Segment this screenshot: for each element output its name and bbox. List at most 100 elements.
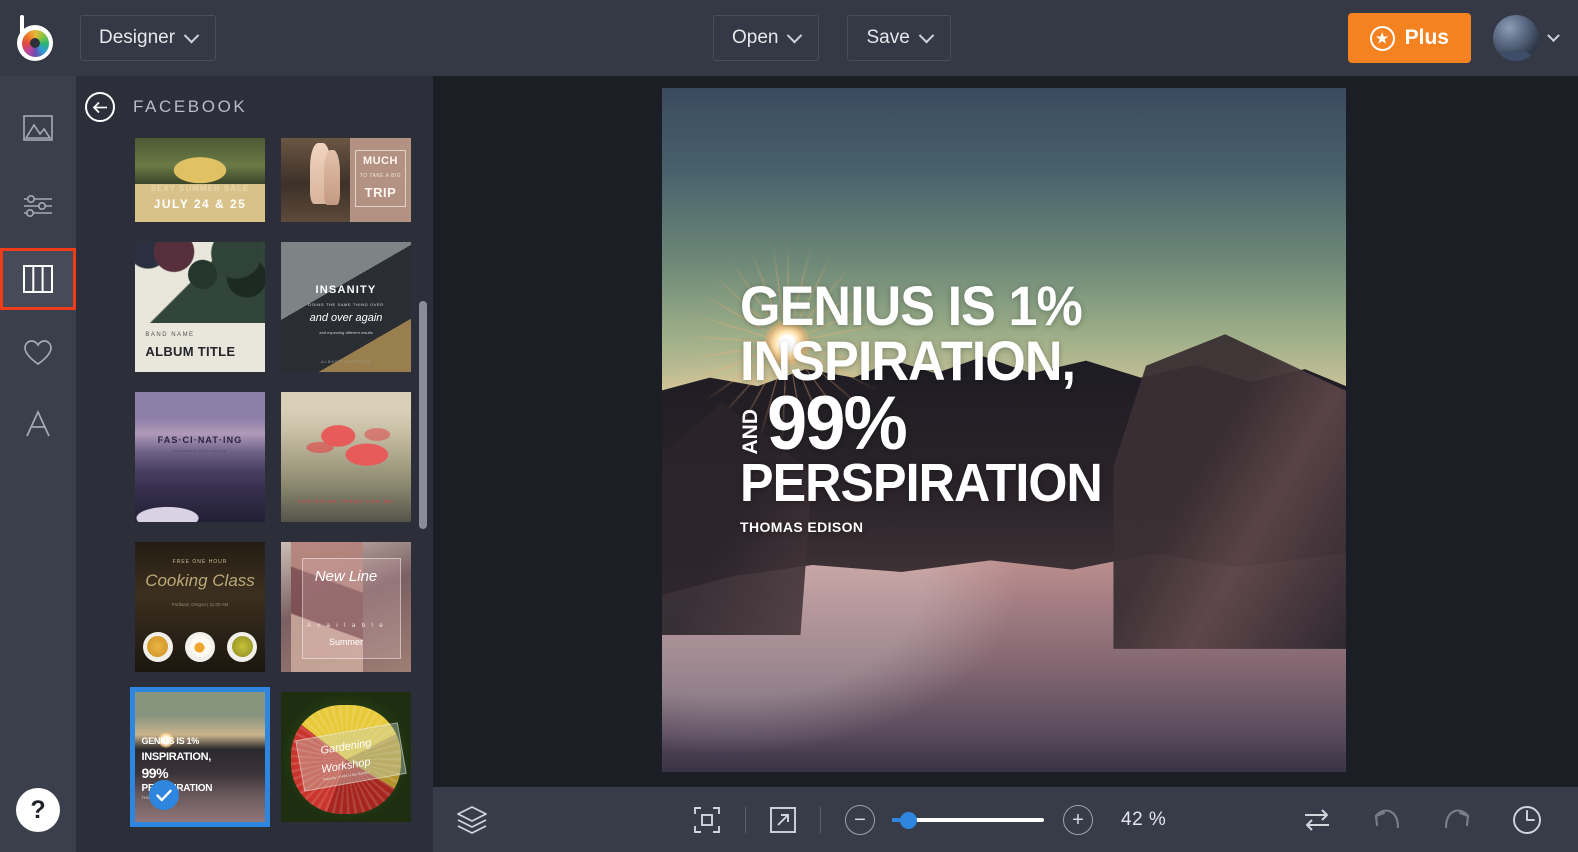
toolbar-divider xyxy=(745,806,746,833)
redo-arrow-icon xyxy=(1444,809,1470,828)
redo-button[interactable] xyxy=(1442,807,1472,833)
open-dropdown[interactable]: Open xyxy=(713,15,820,61)
befunky-designer-window: Designer Open Save ★ Plus ? FACEBOOK SEX… xyxy=(0,0,1578,852)
plus-label: Plus xyxy=(1404,26,1449,49)
left-tool-rail: ? xyxy=(0,76,76,852)
zoom-in-button[interactable]: + xyxy=(1063,804,1093,835)
thumb-art xyxy=(135,483,265,522)
sidebar-item-text[interactable] xyxy=(0,394,76,454)
swap-image-button[interactable] xyxy=(1302,807,1332,833)
template-card-cooking-class[interactable]: FREE ONE HOUR Cooking Class Portland, Or… xyxy=(135,542,265,672)
top-bar-center-actions: Open Save xyxy=(713,15,951,61)
app-logo[interactable] xyxy=(0,0,76,76)
template-card-genius-perspiration[interactable]: GENIUS IS 1% INSPIRATION, 99% PERSPIRATI… xyxy=(130,687,270,827)
fit-to-screen-icon xyxy=(694,806,720,833)
quote-line-1: GENIUS IS 1% xyxy=(740,273,1083,337)
sidebar-item-templates[interactable] xyxy=(0,248,76,310)
thumb-art xyxy=(135,242,265,323)
artwork-quote-text[interactable]: GENIUS IS 1% INSPIRATION, AND 99% PERSPI… xyxy=(662,273,1346,535)
layers-icon xyxy=(457,805,487,834)
fullscreen-button[interactable] xyxy=(770,806,796,833)
image-icon xyxy=(23,115,53,141)
chevron-down-icon xyxy=(787,27,803,43)
save-dropdown[interactable]: Save xyxy=(847,15,951,61)
undo-button[interactable] xyxy=(1372,807,1402,833)
quote-and-label: AND xyxy=(739,409,762,455)
sidebar-item-image[interactable] xyxy=(0,98,76,158)
panel-header: FACEBOOK xyxy=(76,76,433,138)
designer-mode-label: Designer xyxy=(99,27,176,48)
fit-to-screen-button[interactable] xyxy=(693,806,721,834)
template-card-thank-you[interactable]: FOR BEING THERE FOR ME xyxy=(281,392,411,522)
template-grid: SEXY SUMMER SALE JULY 24 & 25 MUCH TO TA… xyxy=(130,138,433,852)
expand-arrow-icon xyxy=(770,806,796,833)
help-button[interactable]: ? xyxy=(16,788,60,832)
chevron-down-icon xyxy=(1547,28,1560,42)
template-card-much-trip[interactable]: MUCH TO TAKE A BIG TRIP xyxy=(281,138,411,222)
template-line-1: FAS·CI·NAT·ING xyxy=(157,434,243,445)
template-line-1: FREE ONE HOUR xyxy=(172,558,228,565)
quote-author: THOMAS EDISON xyxy=(740,518,864,535)
template-line-1: GENIUS IS 1% xyxy=(141,736,200,747)
thumb-art xyxy=(142,631,258,662)
template-card-album-title[interactable]: BAND NAME ALBUM TITLE xyxy=(135,242,265,372)
plus-upgrade-button[interactable]: ★ Plus xyxy=(1347,13,1471,63)
back-arrow-circle-icon[interactable] xyxy=(85,92,115,122)
chevron-down-icon xyxy=(918,27,935,43)
thumb-art xyxy=(281,410,411,482)
zoom-slider-thumb[interactable] xyxy=(900,811,917,829)
account-menu[interactable] xyxy=(1493,15,1560,61)
user-avatar-icon xyxy=(1493,15,1539,61)
swap-arrows-icon xyxy=(1305,808,1329,831)
template-line-3: Summer xyxy=(328,636,363,647)
template-card-sexy-summer-sale[interactable]: SEXY SUMMER SALE JULY 24 & 25 xyxy=(135,138,265,222)
zoom-out-button[interactable]: − xyxy=(845,804,875,835)
save-label: Save xyxy=(866,27,910,48)
templates-columns-icon xyxy=(23,265,53,293)
heart-icon xyxy=(24,339,52,365)
template-line-2: FOR BEING THERE FOR ME xyxy=(298,498,394,504)
open-label: Open xyxy=(732,27,779,48)
text-a-icon xyxy=(26,410,50,437)
sliders-icon xyxy=(24,194,52,218)
templates-panel: FACEBOOK SEXY SUMMER SALE JULY 24 & 25 M… xyxy=(76,76,433,852)
panel-title: FACEBOOK xyxy=(133,97,248,116)
template-line-2: INSPIRATION, xyxy=(141,750,212,763)
befunky-logo-icon xyxy=(15,15,61,61)
history-clock-icon xyxy=(1513,805,1541,834)
template-line-3: Portland, Oregon | 11:00 AM xyxy=(171,601,229,607)
zoom-in-label: + xyxy=(1072,808,1084,831)
thumb-art-right: MUCH TO TAKE A BIG TRIP xyxy=(349,138,411,222)
zoom-out-label: − xyxy=(854,808,866,831)
template-line-1: BAND NAME xyxy=(145,332,195,339)
template-line-1: SEXY SUMMER SALE xyxy=(150,184,250,194)
template-card-gardening-workshop[interactable]: Gardening Workshop Saturday 10 AM in the… xyxy=(281,692,411,822)
thumb-art xyxy=(281,138,350,222)
top-bar: Designer Open Save ★ Plus xyxy=(0,0,1578,76)
template-line-3: and over again xyxy=(309,312,383,325)
template-line-3: 99% xyxy=(141,764,169,781)
sidebar-item-graphics[interactable] xyxy=(0,322,76,382)
template-card-new-line[interactable]: New Line A v a i l a b l e Summer xyxy=(281,542,411,672)
sidebar-item-edit[interactable] xyxy=(0,176,76,236)
layers-button[interactable] xyxy=(433,805,511,835)
template-line-2: TO TAKE A BIG xyxy=(359,173,402,180)
quote-big-number: 99% xyxy=(767,380,908,466)
template-card-fascinating[interactable]: FAS·CI·NAT·ING extremely interesting xyxy=(135,392,265,522)
template-line-1: MUCH xyxy=(362,154,398,167)
template-line-4: and expecting different results xyxy=(319,330,373,336)
template-card-insanity[interactable]: INSANITY DOING THE SAME THING OVER and o… xyxy=(281,242,411,372)
panel-scrollbar-thumb[interactable] xyxy=(419,301,427,529)
artboard[interactable]: GENIUS IS 1% INSPIRATION, AND 99% PERSPI… xyxy=(662,88,1346,772)
template-line-1: INSANITY xyxy=(315,283,377,296)
zoom-slider[interactable] xyxy=(892,810,1044,830)
template-line-2: A v a i l a b l e xyxy=(306,622,386,629)
check-icon xyxy=(149,780,179,810)
template-line-2: Cooking Class xyxy=(145,570,255,590)
designer-mode-dropdown[interactable]: Designer xyxy=(80,15,217,61)
history-button[interactable] xyxy=(1512,805,1542,835)
star-icon: ★ xyxy=(1369,25,1395,51)
toolbar-divider-2 xyxy=(820,806,821,833)
undo-arrow-icon xyxy=(1374,809,1400,828)
chevron-down-icon xyxy=(183,27,200,43)
